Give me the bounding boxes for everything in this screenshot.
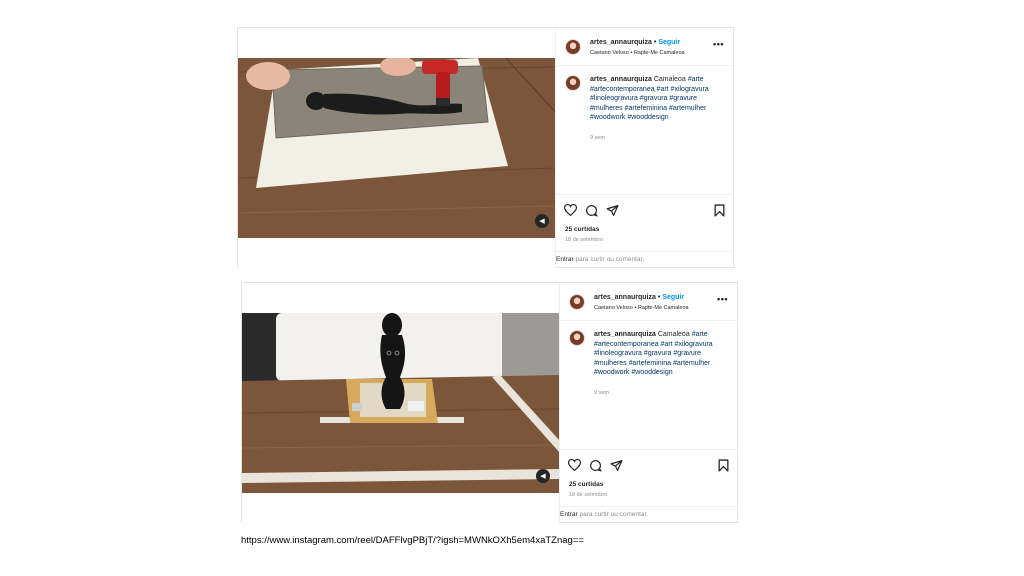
post-age: 9 sem bbox=[594, 390, 609, 396]
instagram-post-2: ◀ artes_annaurquiza • Seguir Caetano Velos… bbox=[241, 282, 738, 523]
post-header: artes_annaurquiza • Seguir Caetano Veloso … bbox=[560, 283, 738, 321]
video-player[interactable]: ◀ bbox=[238, 28, 556, 268]
heart-icon[interactable] bbox=[564, 204, 577, 216]
follow-button[interactable]: Seguir bbox=[658, 39, 680, 46]
caption-title: Camaleoa bbox=[657, 331, 690, 338]
post-sidebar: artes_annaurquiza • Seguir Caetano Veloso … bbox=[560, 283, 738, 523]
login-link[interactable]: Entrar bbox=[556, 256, 574, 263]
bookmark-icon[interactable] bbox=[718, 459, 729, 472]
video-frame-2 bbox=[242, 313, 559, 493]
caption-text: artes_annaurquiza Camaleoa #arte #arteco… bbox=[594, 330, 730, 378]
more-icon[interactable]: ••• bbox=[713, 39, 724, 49]
reel-url[interactable]: https://www.instagram.com/reel/DAFFlvgPB… bbox=[241, 535, 584, 546]
post-author: artes_annaurquiza • Seguir bbox=[590, 39, 680, 46]
caption-avatar[interactable] bbox=[565, 75, 581, 91]
caption-username[interactable]: artes_annaurquiza bbox=[590, 76, 652, 83]
instagram-post-1: ◀ artes_annaurquiza • Seguir Caetano Velos… bbox=[237, 27, 734, 268]
post-age: 9 sem bbox=[590, 135, 605, 141]
bookmark-icon[interactable] bbox=[714, 204, 725, 217]
login-prompt-text: para curtir ou comentar. bbox=[573, 256, 645, 263]
separator-dot: • bbox=[653, 39, 657, 46]
video-frame-1 bbox=[238, 58, 555, 238]
post-date: 18 de setembro bbox=[565, 237, 604, 243]
comment-icon[interactable] bbox=[585, 204, 598, 217]
login-prompt: Entrar para curtir ou comentar. bbox=[560, 506, 738, 523]
separator-dot: • bbox=[657, 294, 661, 301]
post-author: artes_annaurquiza • Seguir bbox=[594, 294, 684, 301]
username-link[interactable]: artes_annaurquiza bbox=[594, 294, 656, 301]
caption-username[interactable]: artes_annaurquiza bbox=[594, 331, 656, 338]
caption-area: artes_annaurquiza Camaleoa #arte #arteco… bbox=[560, 321, 738, 449]
caption-avatar[interactable] bbox=[569, 330, 585, 346]
sound-icon[interactable]: ◀ bbox=[536, 469, 550, 483]
video-player[interactable]: ◀ bbox=[242, 283, 560, 523]
like-count[interactable]: 25 curtidas bbox=[565, 226, 599, 233]
post-date: 18 de setembro bbox=[569, 492, 608, 498]
sound-icon[interactable]: ◀ bbox=[535, 214, 549, 228]
heart-icon[interactable] bbox=[568, 459, 581, 471]
post-header: artes_annaurquiza • Seguir Caetano Veloso … bbox=[556, 28, 734, 66]
post-sidebar: artes_annaurquiza • Seguir Caetano Veloso … bbox=[556, 28, 734, 268]
more-icon[interactable]: ••• bbox=[717, 294, 728, 304]
avatar[interactable] bbox=[565, 39, 581, 55]
audio-track[interactable]: Caetano Veloso • Rapte-Me Camaleoa bbox=[590, 50, 685, 56]
audio-track[interactable]: Caetano Veloso • Rapte-Me Camaleoa bbox=[594, 305, 689, 311]
action-bar: 25 curtidas 18 de setembro bbox=[556, 194, 734, 251]
like-count[interactable]: 25 curtidas bbox=[569, 481, 603, 488]
share-icon[interactable] bbox=[610, 459, 623, 472]
caption-area: artes_annaurquiza Camaleoa #arte #arteco… bbox=[556, 66, 734, 194]
login-prompt: Entrar para curtir ou comentar. bbox=[556, 251, 734, 268]
caption-title: Camaleoa bbox=[653, 76, 686, 83]
follow-button[interactable]: Seguir bbox=[662, 294, 684, 301]
avatar[interactable] bbox=[569, 294, 585, 310]
comment-icon[interactable] bbox=[589, 459, 602, 472]
login-prompt-text: para curtir ou comentar. bbox=[577, 511, 649, 518]
share-icon[interactable] bbox=[606, 204, 619, 217]
caption-text: artes_annaurquiza Camaleoa #arte #arteco… bbox=[590, 75, 726, 123]
username-link[interactable]: artes_annaurquiza bbox=[590, 39, 652, 46]
action-bar: 25 curtidas 18 de setembro bbox=[560, 449, 738, 506]
login-link[interactable]: Entrar bbox=[560, 511, 578, 518]
